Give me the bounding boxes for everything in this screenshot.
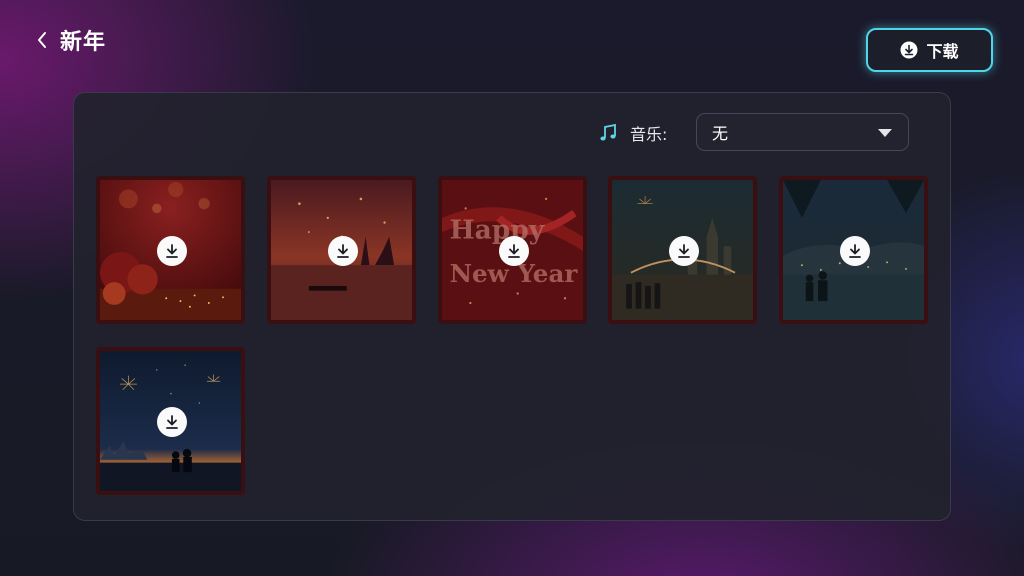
- chevron-left-icon: [38, 32, 46, 48]
- music-select-value: 无: [712, 124, 729, 143]
- download-icon[interactable]: [840, 236, 870, 266]
- template-tile-5[interactable]: [779, 176, 928, 324]
- music-select[interactable]: 无: [696, 113, 909, 151]
- back-button[interactable]: [32, 25, 52, 55]
- download-icon[interactable]: [157, 407, 187, 437]
- header: 新年: [32, 22, 106, 58]
- music-note-icon: [600, 123, 616, 141]
- template-tile-4[interactable]: [608, 176, 757, 324]
- download-icon[interactable]: [499, 236, 529, 266]
- download-icon[interactable]: [669, 236, 699, 266]
- music-row: 音乐:: [598, 114, 667, 152]
- download-icon[interactable]: [328, 236, 358, 266]
- template-tile-2[interactable]: [267, 176, 416, 324]
- music-label: 音乐:: [630, 125, 668, 144]
- page-title: 新年: [60, 30, 107, 55]
- download-button[interactable]: 下载: [866, 28, 993, 72]
- template-tile-1[interactable]: [96, 176, 245, 324]
- template-tile-6[interactable]: [96, 347, 245, 495]
- download-icon[interactable]: [157, 236, 187, 266]
- svg-text:Happy: Happy: [450, 215, 546, 246]
- template-tile-3[interactable]: Happy New Year: [438, 176, 587, 324]
- caret-down-icon: [878, 129, 892, 137]
- download-circle-icon: [900, 41, 918, 59]
- download-button-label: 下载: [926, 42, 959, 61]
